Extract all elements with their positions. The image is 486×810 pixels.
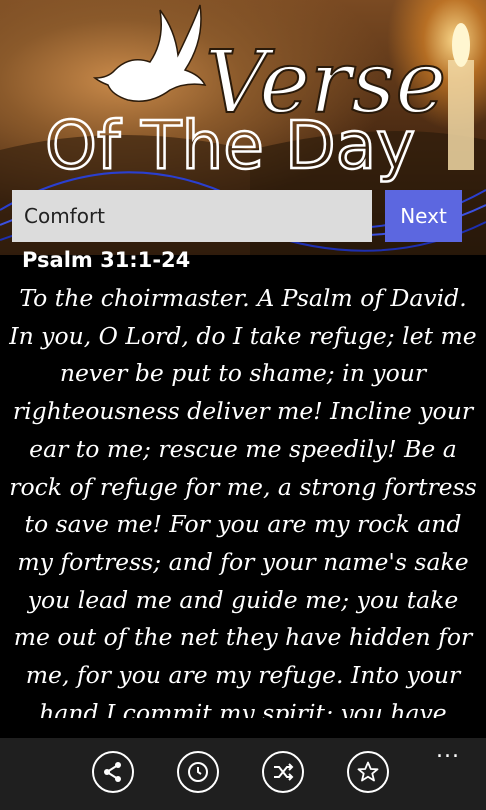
dove-icon bbox=[92, 4, 207, 102]
search-input[interactable] bbox=[12, 190, 372, 242]
verse-reference: Psalm 31:1-24 bbox=[22, 248, 191, 272]
shuffle-icon bbox=[274, 763, 294, 781]
clock-icon bbox=[188, 762, 208, 782]
star-icon bbox=[357, 761, 379, 782]
verse-text: To the choirmaster. A Psalm of David. In… bbox=[9, 284, 477, 718]
shuffle-button[interactable] bbox=[262, 751, 304, 793]
share-icon bbox=[104, 762, 121, 782]
next-button[interactable]: Next bbox=[385, 190, 462, 242]
favorite-button[interactable] bbox=[347, 751, 389, 793]
history-button[interactable] bbox=[177, 751, 219, 793]
banner-subtitle: Of The Day bbox=[45, 107, 415, 184]
search-row: Next bbox=[12, 190, 462, 242]
share-button[interactable] bbox=[92, 751, 134, 793]
more-menu-button[interactable]: ... bbox=[436, 738, 460, 763]
app-bar: ... bbox=[0, 738, 486, 810]
